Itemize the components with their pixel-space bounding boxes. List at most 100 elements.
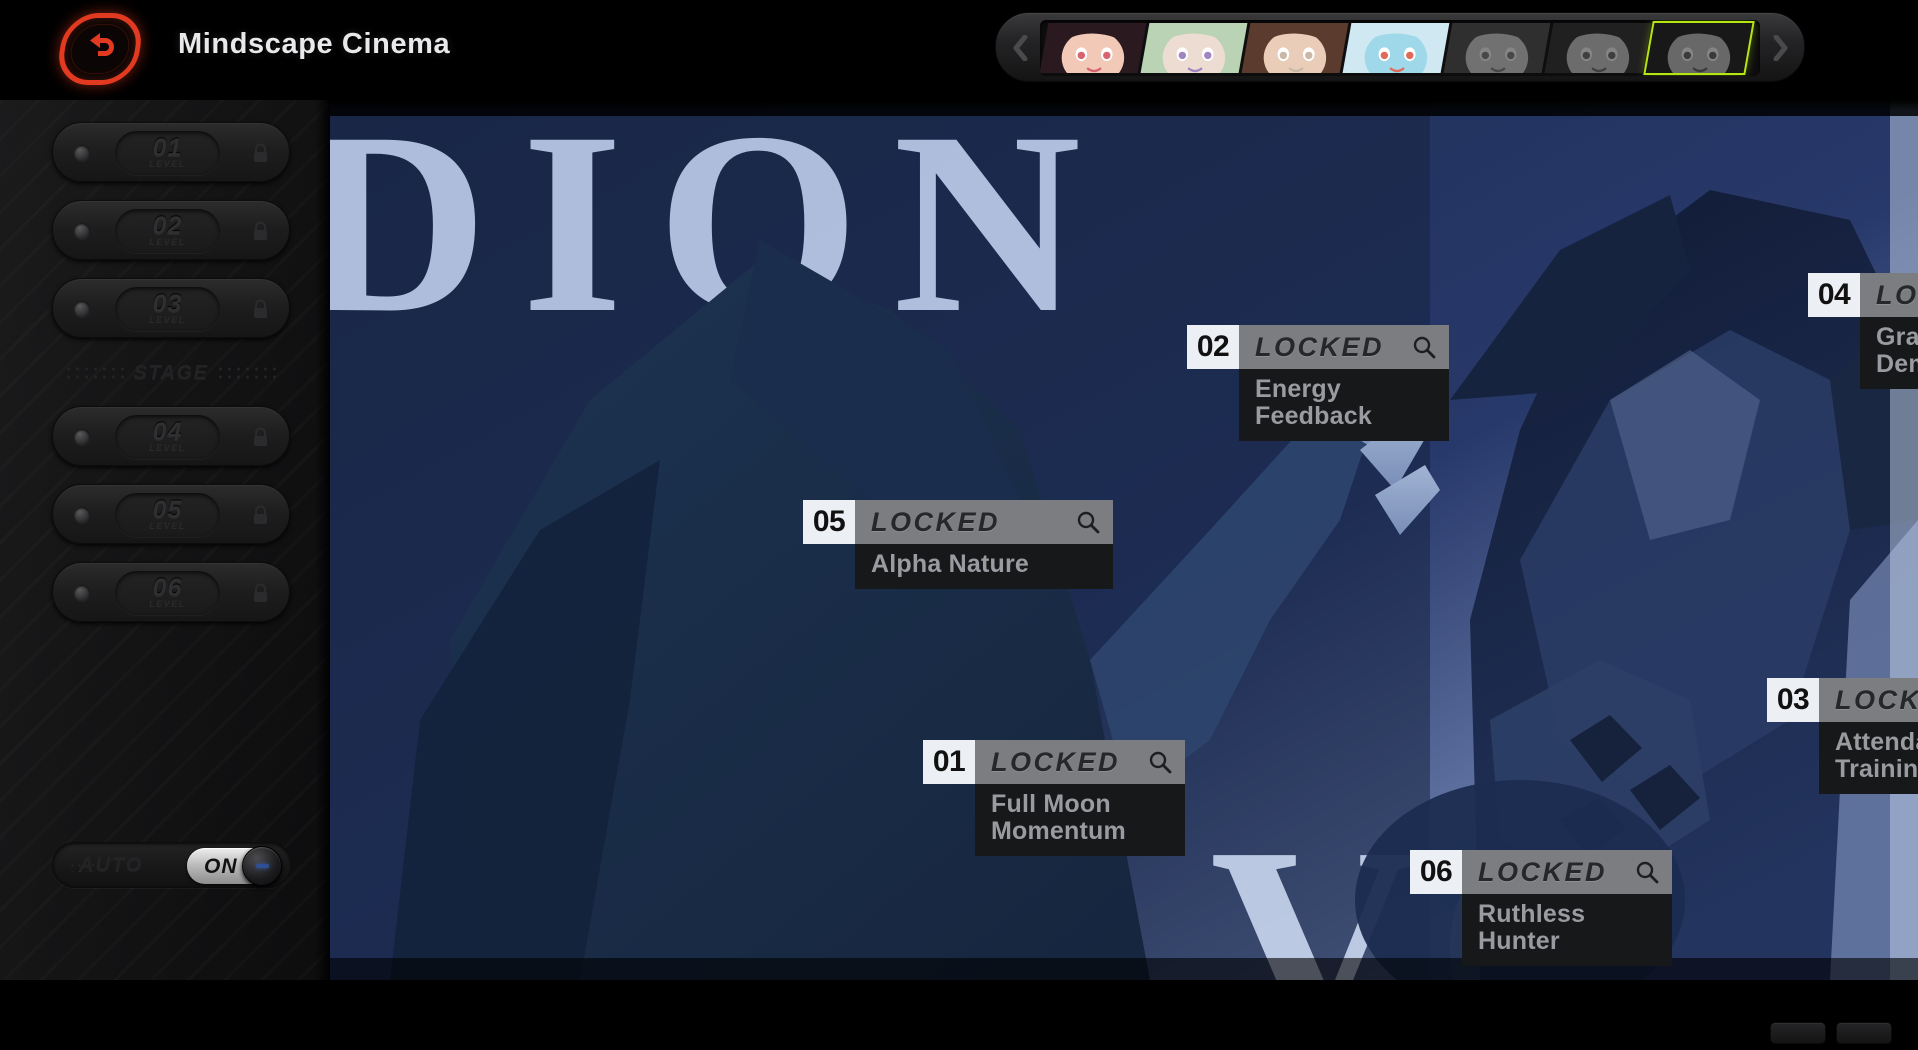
level-number: 06	[152, 573, 183, 602]
level-plate: 03 LEVEL	[115, 287, 220, 331]
portrait-image	[1040, 23, 1147, 73]
level-indicator-dot	[74, 145, 90, 161]
auto-label: AUTO	[79, 854, 144, 876]
skill-node-number: 01	[923, 740, 975, 784]
level-button-06[interactable]: 06 LEVEL	[52, 562, 290, 622]
character-portrait-4[interactable]	[1342, 23, 1450, 73]
character-portrait-2[interactable]	[1140, 23, 1248, 73]
level-button-02[interactable]: 02 LEVEL	[52, 200, 290, 260]
corner-button-group	[1770, 1022, 1892, 1044]
skill-node-body: Graceful Demeanor	[1860, 317, 1918, 389]
skill-node-status-bar: LOCKED	[1819, 678, 1918, 722]
level-caption: LEVEL	[149, 315, 186, 326]
skill-node-number: 03	[1767, 678, 1819, 722]
portrait-image	[1544, 23, 1652, 73]
skill-node-status-bar: LOCKED	[855, 500, 1113, 544]
skill-node-06[interactable]: 06 LOCKED Ruthless Hunter	[1410, 850, 1672, 966]
character-portrait-6[interactable]	[1544, 23, 1652, 73]
level-number: 01	[152, 133, 183, 162]
character-portrait-1[interactable]	[1040, 23, 1147, 73]
character-portrait-strip[interactable]	[1040, 20, 1760, 76]
character-portrait-7[interactable]	[1643, 21, 1755, 75]
skill-node-status: LOCKED	[1876, 279, 1918, 310]
stage-divider: STAGE	[52, 356, 290, 390]
chevron-left-icon	[1013, 35, 1027, 61]
magnifier-icon	[1413, 336, 1436, 359]
back-button[interactable]	[54, 13, 146, 85]
skill-node-status: LOCKED	[1255, 331, 1384, 362]
level-lock	[252, 221, 269, 241]
skill-node-03[interactable]: 03 LOCKED Attendant Training	[1767, 678, 1918, 794]
skill-node-inspect-button[interactable]	[1635, 860, 1659, 884]
skill-node-status: LOCKED	[871, 506, 1000, 537]
level-caption: LEVEL	[149, 521, 186, 532]
level-plate: 05 LEVEL	[115, 493, 220, 537]
level-button-03[interactable]: 03 LEVEL	[52, 278, 290, 338]
skill-node-status-bar: LOCKED	[1239, 325, 1449, 369]
level-indicator-dot	[74, 507, 90, 523]
skill-node-body: Alpha Nature	[855, 544, 1113, 589]
character-portrait-3[interactable]	[1241, 23, 1349, 73]
top-bar: Mindscape Cinema	[0, 0, 1918, 100]
skill-node-inspect-button[interactable]	[1148, 750, 1172, 774]
level-plate: 02 LEVEL	[115, 209, 220, 253]
prev-character-button[interactable]	[1002, 22, 1038, 74]
skill-node-number: 06	[1410, 850, 1462, 894]
level-sidebar: 01 LEVEL 02 LEVEL 03 LEVEL STAGE 04 LEVEL 05 LEVEL…	[0, 100, 330, 980]
portrait-image	[1241, 23, 1349, 73]
auto-toggle-knob[interactable]	[242, 846, 282, 886]
skill-node-header: 02 LOCKED	[1187, 325, 1449, 369]
skill-node-status: LOCKED	[1835, 684, 1918, 715]
skill-node-header: 01 LOCKED	[923, 740, 1185, 784]
level-indicator-dot	[74, 429, 90, 445]
skill-node-number: 05	[803, 500, 855, 544]
bottom-bar	[0, 980, 1918, 1050]
level-plate: 04 LEVEL	[115, 415, 220, 459]
lock-icon	[254, 427, 267, 446]
level-button-05[interactable]: 05 LEVEL	[52, 484, 290, 544]
skill-node-body: Energy Feedback	[1239, 369, 1449, 441]
auto-toggle-switch[interactable]: ON	[187, 846, 282, 886]
skill-node-body: Ruthless Hunter	[1462, 894, 1672, 966]
skill-node-status-bar: LOCKED	[1462, 850, 1672, 894]
lock-icon	[254, 299, 267, 318]
lock-icon	[254, 221, 267, 240]
skill-node-04[interactable]: 04 LOCKED Graceful Demeanor	[1808, 273, 1918, 389]
level-button-04[interactable]: 04 LEVEL	[52, 406, 290, 466]
skill-node-header: 04 LOCKED	[1808, 273, 1918, 317]
skill-node-number: 04	[1808, 273, 1860, 317]
corner-button-2[interactable]	[1836, 1022, 1892, 1044]
skill-node-number: 02	[1187, 325, 1239, 369]
skill-node-01[interactable]: 01 LOCKED Full Moon Momentum	[923, 740, 1185, 856]
level-indicator-dot	[74, 585, 90, 601]
skill-node-05[interactable]: 05 LOCKED Alpha Nature	[803, 500, 1113, 589]
skill-node-status: LOCKED	[991, 746, 1120, 777]
lock-icon	[254, 143, 267, 162]
level-lock	[252, 143, 269, 163]
level-number: 03	[152, 289, 183, 318]
level-lock	[252, 299, 269, 319]
portrait-image	[1645, 23, 1753, 73]
skill-node-header: 03 LOCKED	[1767, 678, 1918, 722]
level-caption: LEVEL	[149, 237, 186, 248]
level-caption: LEVEL	[149, 159, 186, 170]
skill-node-header: 06 LOCKED	[1410, 850, 1672, 894]
lock-icon	[254, 505, 267, 524]
skill-node-status-bar: LOCKED	[975, 740, 1185, 784]
level-button-01[interactable]: 01 LEVEL	[52, 122, 290, 182]
corner-button-1[interactable]	[1770, 1022, 1826, 1044]
level-caption: LEVEL	[149, 443, 186, 454]
level-number: 05	[152, 495, 183, 524]
auto-toggle-row[interactable]: AUTO ON	[52, 842, 292, 888]
stage-dots-left-icon	[63, 365, 126, 381]
character-portrait-5[interactable]	[1443, 23, 1551, 73]
level-list: 01 LEVEL 02 LEVEL 03 LEVEL STAGE 04 LEVEL 05 LEVEL…	[0, 122, 330, 640]
skill-node-inspect-button[interactable]	[1412, 335, 1436, 359]
skill-node-inspect-button[interactable]	[1076, 510, 1100, 534]
next-character-button[interactable]	[1762, 22, 1798, 74]
skill-node-02[interactable]: 02 LOCKED Energy Feedback	[1187, 325, 1449, 441]
level-caption: LEVEL	[149, 599, 186, 610]
level-number: 02	[152, 211, 183, 240]
skill-node-status: LOCKED	[1478, 856, 1607, 887]
level-plate: 01 LEVEL	[115, 131, 220, 175]
